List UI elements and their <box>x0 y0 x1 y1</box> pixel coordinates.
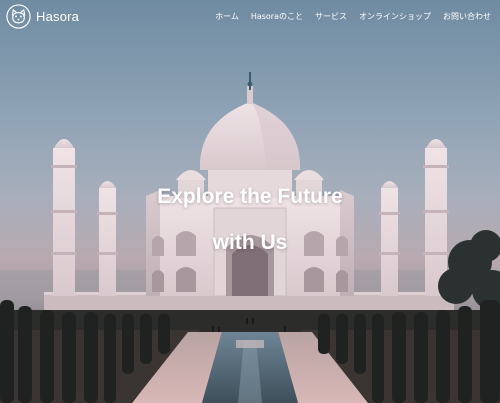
hero-headline-line-2: with Us <box>212 231 288 254</box>
nav-item-services[interactable]: サービス <box>315 11 347 22</box>
cat-face-icon <box>6 3 31 29</box>
main-nav: ホーム Hasoraのこと サービス オンラインショップ お問い合わせ <box>215 11 491 22</box>
nav-item-home[interactable]: ホーム <box>215 11 239 22</box>
nav-item-online-shop[interactable]: オンラインショップ <box>359 11 431 22</box>
nav-item-about[interactable]: Hasoraのこと <box>251 11 303 22</box>
site-header: Hasora ホーム Hasoraのこと サービス オンラインショップ お問い合… <box>0 0 500 32</box>
hero-headline-line-1: Explore the Future <box>157 185 343 208</box>
hero-headline: Explore the Future with Us <box>0 174 500 266</box>
brand-name: Hasora <box>36 8 80 24</box>
hero-section: Hasora ホーム Hasoraのこと サービス オンラインショップ お問い合… <box>0 0 500 403</box>
nav-item-contact[interactable]: お問い合わせ <box>443 11 491 22</box>
brand-link[interactable]: Hasora <box>6 3 80 29</box>
